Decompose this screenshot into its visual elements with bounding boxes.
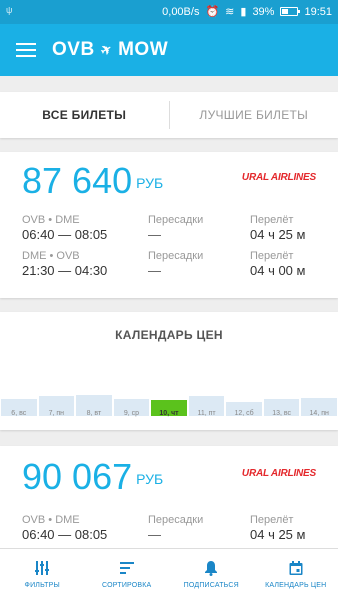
segment-transfers: Пересадки — [148, 514, 203, 542]
duration-value: 04 ч 00 м [250, 263, 306, 278]
nav-subscribe-label: ПОДПИСАТЬСЯ [183, 582, 239, 589]
duration-label: Перелёт [250, 514, 294, 526]
segment-transfers: Пересадки — [148, 214, 203, 242]
calendar-day-label: 8, вт [86, 410, 102, 417]
ticket-card[interactable]: 87 640 РУБ URAL AIRLINES OVB • DME 06:40 … [0, 152, 338, 298]
bottom-nav: ФИЛЬТРЫ СОРТИРОВКА ПОДПИСАТЬСЯ КАЛЕНДАРЬ… [0, 548, 338, 600]
status-right: 0,00B/s ⏰ ≋ ▮ 39% 19:51 [162, 5, 332, 19]
alarm-icon: ⏰ [205, 6, 220, 18]
nav-calendar[interactable]: КАЛЕНДАРЬ ЦЕН [254, 549, 338, 600]
route-label: OVB • DME [22, 514, 80, 526]
segment-route: OVB • DME 06:40 — 08:05 [22, 214, 107, 242]
calendar-day-label: 9, ср [123, 410, 140, 417]
duration-value: 04 ч 25 м [250, 527, 306, 542]
calendar-day-label: 6, вс [11, 410, 27, 417]
segment-route: DME • OVB 21:30 — 04:30 [22, 250, 107, 278]
ticket-price: 90 067 РУБ [22, 456, 163, 498]
route-label: OVB • DME [22, 214, 80, 226]
nav-subscribe[interactable]: ПОДПИСАТЬСЯ [169, 549, 254, 600]
calendar-day-label: 7, пн [48, 410, 65, 417]
route-label: DME • OVB [22, 250, 80, 262]
segment-duration: Перелёт 04 ч 25 м [250, 514, 305, 542]
notification-icon: ψ [6, 5, 13, 15]
network-speed: 0,00B/s [162, 5, 200, 18]
nav-calendar-label: КАЛЕНДАРЬ ЦЕН [265, 582, 327, 589]
price-value: 87 640 [22, 160, 133, 201]
route-times: 06:40 — 08:05 [22, 227, 108, 242]
duration-value: 04 ч 25 м [250, 227, 306, 242]
transfers-value: — [148, 263, 161, 278]
calendar-title: КАЛЕНДАРЬ ЦЕН [115, 328, 223, 342]
calendar-day-label: 10, чт [159, 410, 179, 417]
nav-sort[interactable]: СОРТИРОВКА [85, 549, 170, 600]
nav-sort-label: СОРТИРОВКА [102, 582, 152, 589]
price-currency: РУБ [136, 471, 164, 488]
nav-filters[interactable]: ФИЛЬТРЫ [0, 549, 85, 600]
filter-icon [35, 561, 50, 575]
transfers-value: — [148, 227, 161, 242]
transfers-label: Пересадки [148, 214, 204, 226]
segment-duration: Перелёт 04 ч 25 м [250, 214, 305, 242]
menu-icon[interactable] [16, 43, 36, 57]
bell-icon [205, 561, 218, 576]
route-times: 21:30 — 04:30 [22, 263, 108, 278]
app-bar: OVB ✈ MOW [0, 24, 338, 76]
calendar-day-label: 13, вс [272, 410, 292, 417]
calendar-icon [289, 561, 303, 575]
battery-percent: 39% [252, 5, 275, 18]
airline-logo: URAL AIRLINES [241, 172, 316, 183]
duration-label: Перелёт [250, 250, 294, 262]
segment-route: OVB • DME 06:40 — 08:05 [22, 514, 107, 542]
transfers-label: Пересадки [148, 514, 204, 526]
battery-icon [280, 7, 301, 16]
signal-icon: ▮ [240, 6, 247, 18]
nav-filters-label: ФИЛЬТРЫ [24, 582, 60, 589]
calendar-day-label: 14, пн [309, 410, 329, 417]
calendar-day-label: 11, пт [197, 410, 216, 417]
airline-logo: URAL AIRLINES [241, 468, 316, 479]
price-value: 90 067 [22, 456, 133, 497]
ticket-price: 87 640 РУБ [22, 160, 163, 202]
ticket-tabs: ВСЕ БИЛЕТЫ ЛУЧШИЕ БИЛЕТЫ [0, 92, 338, 138]
tab-all-tickets[interactable]: ВСЕ БИЛЕТЫ [0, 108, 169, 122]
duration-label: Перелёт [250, 214, 294, 226]
transfers-value: — [148, 527, 161, 542]
destination-code: MOW [118, 39, 169, 60]
sort-icon [119, 562, 134, 574]
route-title: OVB ✈ MOW [52, 39, 168, 61]
wifi-icon: ≋ [225, 6, 235, 18]
segment-duration: Перелёт 04 ч 00 м [250, 250, 305, 278]
origin-code: OVB [52, 39, 95, 60]
route-times: 06:40 — 08:05 [22, 527, 108, 542]
status-bar: ψ 0,00B/s ⏰ ≋ ▮ 39% 19:51 [0, 0, 338, 24]
plane-icon: ✈ [97, 40, 115, 59]
segment-transfers: Пересадки — [148, 250, 203, 278]
transfers-label: Пересадки [148, 250, 204, 262]
calendar-days: 6, вс 7, пн 8, вт 9, ср 10, чт 11, пт 12, сб 13… [0, 410, 338, 430]
tab-best-tickets[interactable]: ЛУЧШИЕ БИЛЕТЫ [170, 108, 338, 122]
clock: 19:51 [304, 5, 332, 18]
price-currency: РУБ [136, 175, 164, 192]
calendar-day-label: 12, сб [234, 410, 254, 417]
ticket-card[interactable]: 90 067 РУБ URAL AIRLINES OVB • DME 06:40 … [0, 446, 338, 548]
